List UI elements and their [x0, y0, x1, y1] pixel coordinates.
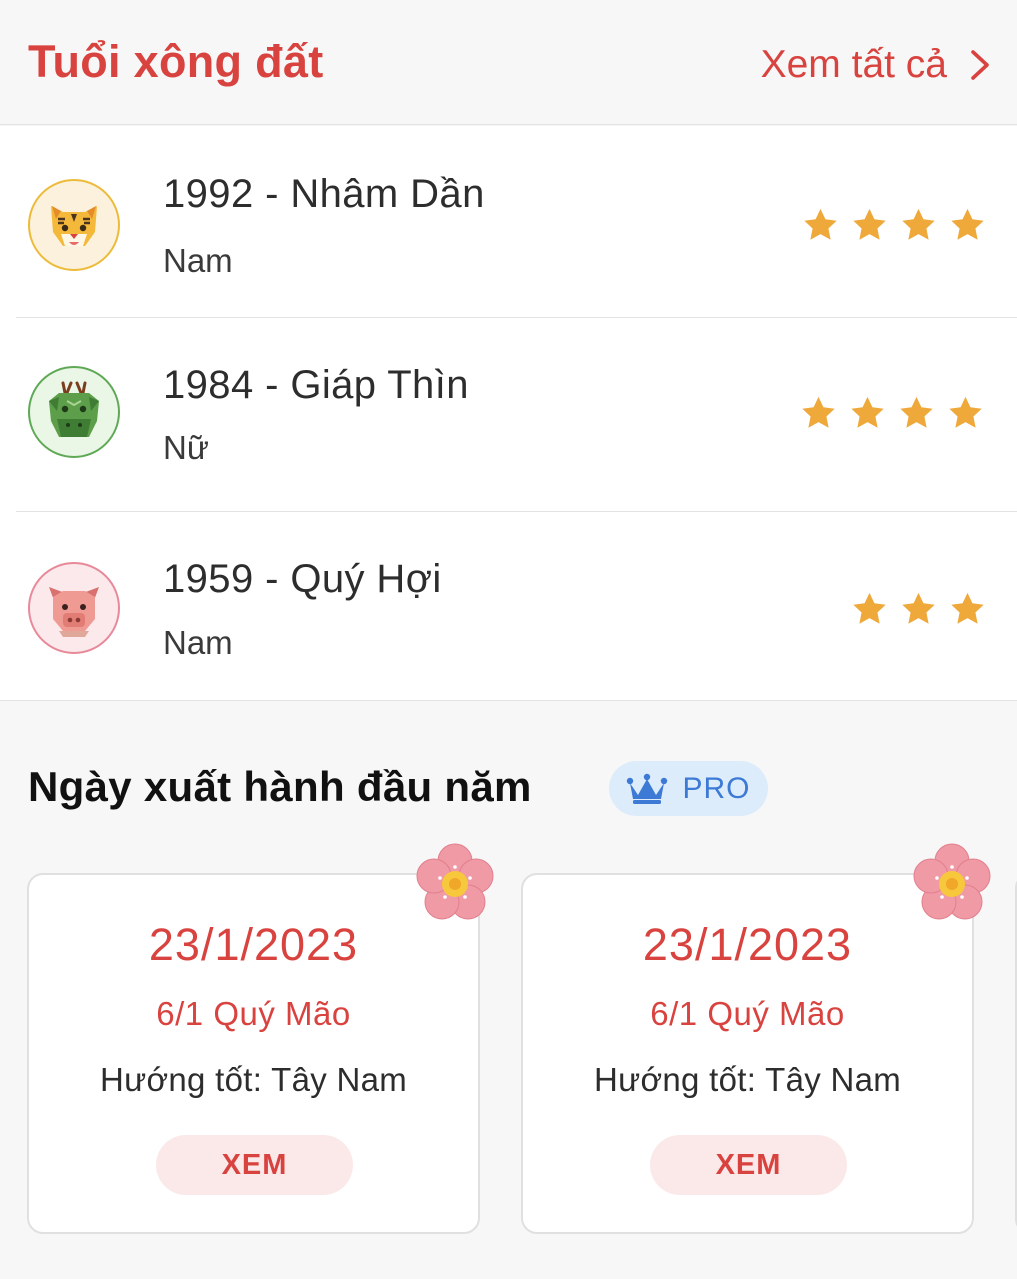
departure-day-card[interactable]: 23/1/2023 6/1 Quý Mão Hướng tốt: Tây Nam… — [521, 873, 974, 1234]
star-icon — [804, 208, 837, 240]
rating-stars — [799, 394, 985, 432]
tiger-avatar — [28, 179, 120, 271]
card-lunar-date: 6/1 Quý Mão — [650, 995, 845, 1032]
see-all-label: Xem tất cả — [760, 43, 947, 86]
star-icon — [902, 208, 935, 240]
age-list: 1992 - Nhâm Dần Nam 1984 - Giáp Thìn Nữ … — [0, 126, 1017, 701]
see-all-link[interactable]: Xem tất cả — [761, 40, 991, 90]
crown-icon — [627, 773, 668, 804]
section-header: Tuổi xông đất Xem tất cả — [0, 0, 1017, 125]
card-date: 23/1/2023 — [642, 919, 853, 970]
rating-stars — [801, 206, 987, 244]
view-button[interactable]: XEM — [650, 1135, 847, 1195]
age-gender: Nam — [163, 242, 233, 279]
view-button[interactable]: XEM — [156, 1135, 353, 1195]
apricot-blossom-icon — [913, 843, 991, 920]
chevron-right-icon — [971, 50, 989, 80]
card-direction: Hướng tốt: Tây Nam — [593, 1061, 902, 1098]
age-row-1984[interactable]: 1984 - Giáp Thìn Nữ — [0, 318, 1017, 512]
star-icon — [900, 396, 933, 428]
card-direction: Hướng tốt: Tây Nam — [99, 1061, 408, 1098]
section-title: Tuổi xông đất — [28, 36, 324, 87]
departure-section-title: Ngày xuất hành đầu năm — [28, 763, 532, 810]
star-icon — [851, 396, 884, 428]
departure-day-card[interactable]: 23/1/2023 6/1 Quý Mão Hướng tốt: Tây Nam… — [27, 873, 480, 1234]
tiger-icon — [51, 206, 97, 246]
age-gender: Nam — [163, 624, 233, 661]
star-icon — [902, 592, 935, 624]
star-icon — [853, 208, 886, 240]
pro-badge[interactable]: PRO — [609, 761, 768, 816]
star-icon — [949, 396, 982, 428]
age-gender: Nữ — [163, 429, 209, 466]
rating-stars — [850, 590, 987, 628]
star-icon — [951, 208, 984, 240]
pig-icon — [49, 587, 99, 637]
star-icon — [802, 396, 835, 428]
pro-badge-label: PRO — [682, 771, 751, 805]
age-name: 1959 - Quý Hợi — [163, 557, 442, 601]
dragon-avatar — [28, 366, 120, 458]
age-name: 1992 - Nhâm Dần — [163, 172, 485, 216]
card-date: 23/1/2023 — [148, 919, 359, 970]
pig-avatar — [28, 562, 120, 654]
apricot-blossom-icon — [416, 843, 494, 920]
age-row-1959[interactable]: 1959 - Quý Hợi Nam — [0, 512, 1017, 701]
star-icon — [951, 592, 984, 624]
age-name: 1984 - Giáp Thìn — [163, 363, 469, 407]
age-row-1992[interactable]: 1992 - Nhâm Dần Nam — [0, 126, 1017, 318]
card-lunar-date: 6/1 Quý Mão — [156, 995, 351, 1032]
star-icon — [853, 592, 886, 624]
dragon-icon — [49, 381, 99, 437]
page: Tuổi xông đất Xem tất cả 1992 - Nhâm Dần… — [0, 0, 1017, 1279]
